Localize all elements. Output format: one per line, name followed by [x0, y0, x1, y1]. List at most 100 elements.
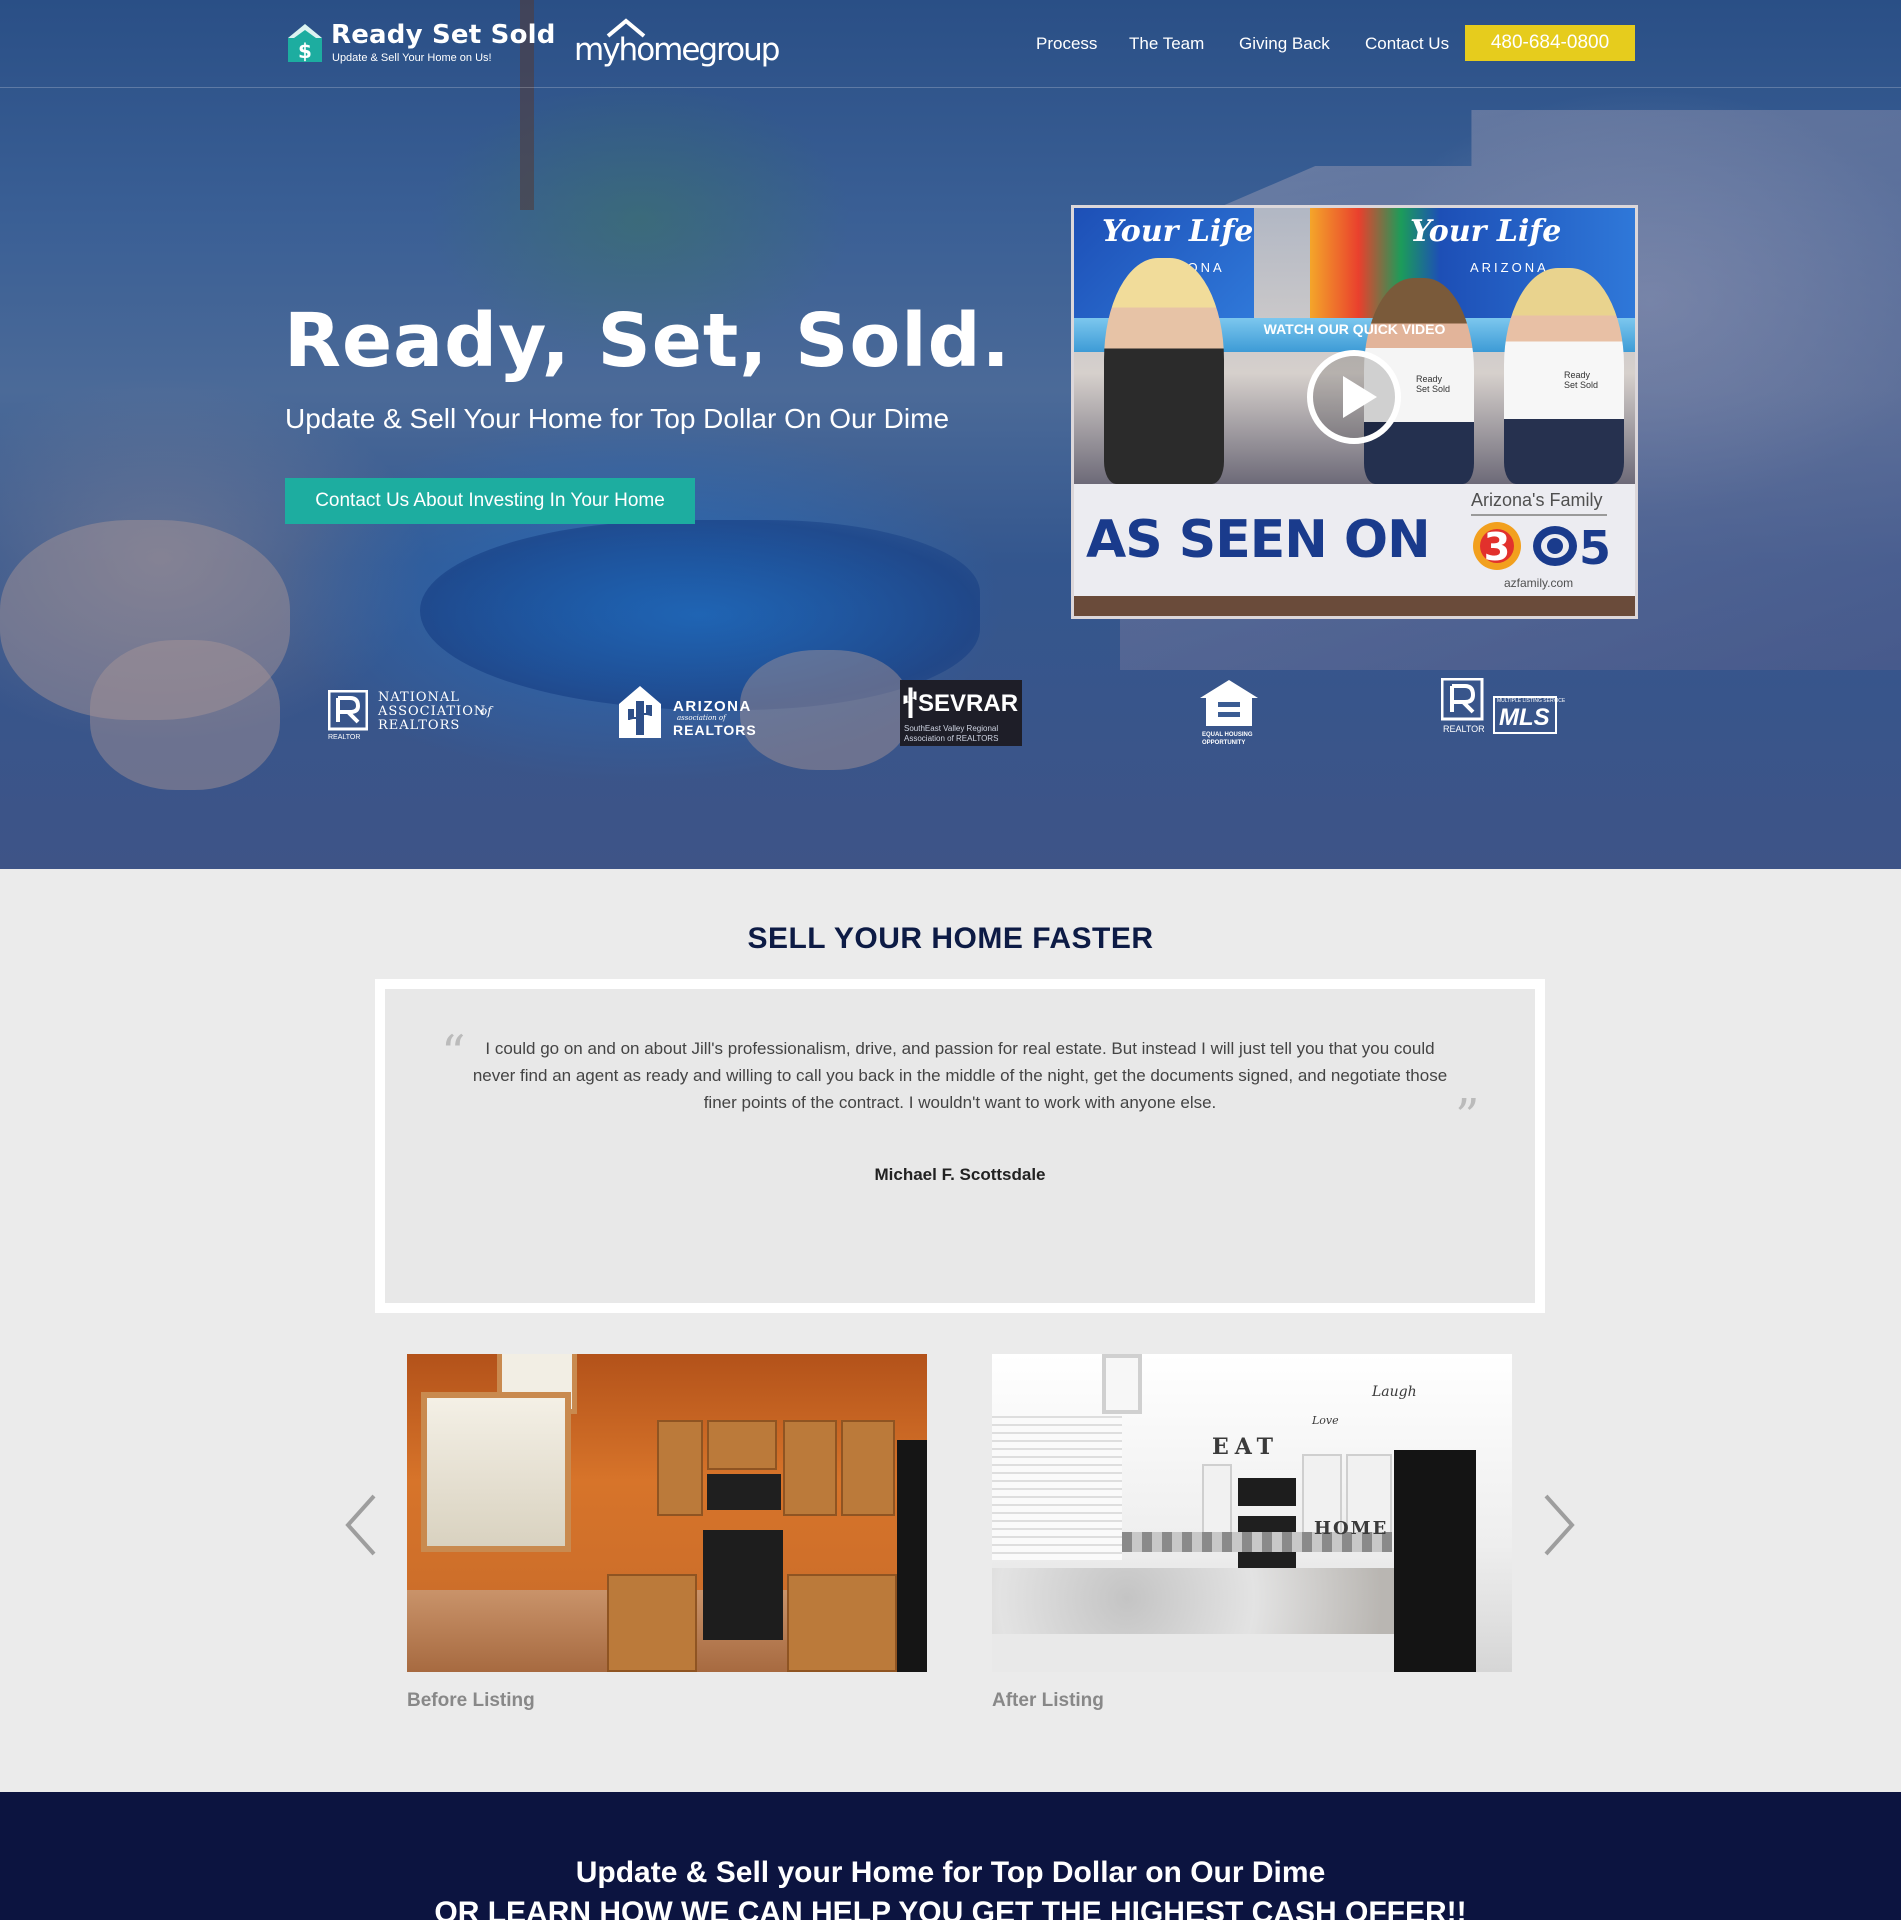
before-kitchen-stove: [703, 1530, 783, 1640]
svg-text:$: $: [298, 39, 312, 63]
video-studio-floor: [1074, 596, 1635, 616]
house-dollar-icon: $: [288, 24, 322, 63]
as-seen-on-banner: AS SEEN ON Arizona's Family 3 5 azfamily…: [1074, 484, 1635, 596]
nav-contact-us[interactable]: Contact Us: [1365, 34, 1449, 54]
channel-5-number: 5: [1579, 521, 1611, 572]
realtor-r-icon: [328, 690, 368, 731]
nav-the-team[interactable]: The Team: [1129, 34, 1204, 54]
nar-badge: REALTOR NATIONAL ASSOCIATION of REALTORS: [328, 672, 508, 752]
aar-line3: REALTORS: [673, 722, 757, 738]
testimonial-author: Michael F. Scottsdale: [874, 1165, 1046, 1184]
nar-line2: ASSOCIATION: [378, 704, 487, 719]
sevrar-line2: Association of REALTORS: [904, 734, 999, 743]
equal-housing-icon: [1200, 680, 1258, 726]
after-listing-image[interactable]: EAT Love Laugh HOME: [992, 1354, 1512, 1672]
realtor-r-icon: [1441, 678, 1484, 721]
wall-word: EAT: [1212, 1434, 1280, 1460]
before-kitchen-cabinet: [707, 1420, 777, 1470]
after-kitchen-cabinet: [1202, 1464, 1232, 1534]
ready-set-sold-logo[interactable]: $ Ready Set Sold Update & Sell Your Home…: [286, 20, 556, 68]
before-kitchen-window: [421, 1392, 571, 1552]
show-name-left: Your Life: [1102, 214, 1254, 249]
shirt-text: Ready Set Sold: [1416, 374, 1451, 394]
arizona-house-cactus-icon: [619, 686, 661, 738]
nar-line3: REALTORS: [378, 718, 461, 733]
show-region-right: ARIZONA: [1470, 260, 1549, 275]
network-url: azfamily.com: [1504, 576, 1574, 590]
top-navigation-bar: $ Ready Set Sold Update & Sell Your Home…: [0, 0, 1901, 88]
video-studio-scene: Your Life IZONA Your Life ARIZONA Ready …: [1074, 208, 1635, 484]
cta-heading: Update & Sell your Home for Top Dollar o…: [575, 1856, 1326, 1889]
before-kitchen-fridge: [897, 1440, 927, 1672]
channel-3-number: 3: [1484, 525, 1510, 569]
after-kitchen-clerestory: [1102, 1354, 1142, 1414]
nar-line1: NATIONAL: [378, 690, 460, 705]
before-kitchen-cabinet: [783, 1420, 837, 1516]
cta-subheading: OR LEARN HOW WE CAN HELP YOU GET THE HIG…: [434, 1896, 1467, 1920]
show-name-right: Your Life: [1410, 214, 1562, 249]
wall-word: Laugh: [1372, 1384, 1417, 1400]
sevrar-name: SEVRAR: [918, 690, 1019, 717]
before-kitchen-microwave: [707, 1474, 781, 1510]
nar-of: of: [480, 704, 492, 718]
testimonial-card: “ I could go on and on about Jill's prof…: [375, 979, 1545, 1313]
before-listing-label: Before Listing: [407, 1690, 535, 1711]
before-listing-image[interactable]: [407, 1354, 927, 1672]
network-divider: [1471, 514, 1607, 516]
wall-word: Love: [1312, 1414, 1339, 1427]
phone-button[interactable]: 480-684-0800: [1465, 25, 1635, 61]
quote-close-icon: ”: [1455, 1089, 1480, 1145]
video-host-figure: [1104, 258, 1224, 484]
gallery-prev-arrow-icon[interactable]: [340, 1490, 380, 1560]
before-kitchen-cabinet: [841, 1420, 895, 1516]
aar-line1: ARIZONA: [673, 698, 752, 715]
hero-subtitle: Update & Sell Your Home for Top Dollar O…: [285, 403, 950, 434]
arizona-realtors-badge: ARIZONA association of REALTORS: [617, 672, 767, 752]
video-thumbnail[interactable]: Your Life IZONA Your Life ARIZONA Ready …: [1071, 205, 1638, 619]
equal-housing-badge: EQUAL HOUSING OPPORTUNITY: [1196, 672, 1262, 752]
after-listing-label: After Listing: [992, 1690, 1104, 1711]
gallery-next-arrow-icon[interactable]: [1540, 1490, 1580, 1560]
nar-sub: REALTOR: [328, 734, 361, 741]
brand-name: Ready Set Sold: [331, 20, 556, 50]
watch-video-label: WATCH OUR QUICK VIDEO: [1263, 321, 1446, 337]
mls-name: MLS: [1499, 704, 1550, 731]
after-kitchen-window: [992, 1410, 1122, 1560]
shirt-text: Ready Set Sold: [1564, 370, 1599, 390]
cactus-icon: [903, 687, 917, 718]
before-kitchen-base-cabinet: [787, 1574, 897, 1672]
hero-background-rock: [90, 640, 280, 790]
sevrar-badge: SEVRAR SouthEast Valley Regional Associa…: [900, 672, 1022, 752]
cta-band: Update & Sell your Home for Top Dollar o…: [0, 1792, 1901, 1920]
nav-giving-back[interactable]: Giving Back: [1239, 34, 1330, 54]
brand-tagline: Update & Sell Your Home on Us!: [332, 52, 492, 64]
partner-logo-text: myhomegroup: [574, 32, 780, 68]
section-title: SELL YOUR HOME FASTER: [747, 922, 1154, 955]
contact-investing-button[interactable]: Contact Us About Investing In Your Home: [285, 478, 695, 524]
quote-open-icon: “: [441, 1025, 466, 1081]
aar-line2: association of: [677, 714, 726, 722]
testimonial-quote: I could go on and on about Jill's profes…: [472, 1039, 1448, 1112]
eho-line1: EQUAL HOUSING: [1202, 732, 1253, 738]
after-kitchen-island: [992, 1634, 1442, 1672]
sevrar-line1: SouthEast Valley Regional: [904, 724, 999, 733]
play-icon[interactable]: [1305, 348, 1403, 446]
wall-word: HOME: [1314, 1518, 1389, 1539]
as-seen-on-text: AS SEEN ON: [1086, 510, 1431, 570]
testimonial-body: “ I could go on and on about Jill's prof…: [385, 989, 1535, 1303]
mls-badge: REALTOR MULTIPLE LISTING SERVICE MLS: [1439, 672, 1565, 752]
before-kitchen-cabinet: [657, 1420, 703, 1516]
mls-sub: REALTOR: [1443, 724, 1485, 734]
network-name: Arizona's Family: [1471, 490, 1603, 510]
hero-section: $ Ready Set Sold Update & Sell Your Home…: [0, 0, 1901, 869]
hero-title: Ready, Set, Sold.: [284, 298, 1011, 384]
channel-5-logo: 5: [1533, 521, 1611, 572]
eho-line2: OPPORTUNITY: [1202, 740, 1246, 746]
myhomegroup-logo[interactable]: myhomegroup: [574, 18, 780, 80]
after-kitchen-microwave: [1238, 1478, 1296, 1506]
after-kitchen-counter: [992, 1568, 1442, 1644]
before-kitchen-base-cabinet: [607, 1574, 697, 1672]
channel-3-logo: 3: [1473, 522, 1521, 570]
nav-process[interactable]: Process: [1036, 34, 1097, 54]
after-kitchen-fridge: [1394, 1450, 1476, 1672]
